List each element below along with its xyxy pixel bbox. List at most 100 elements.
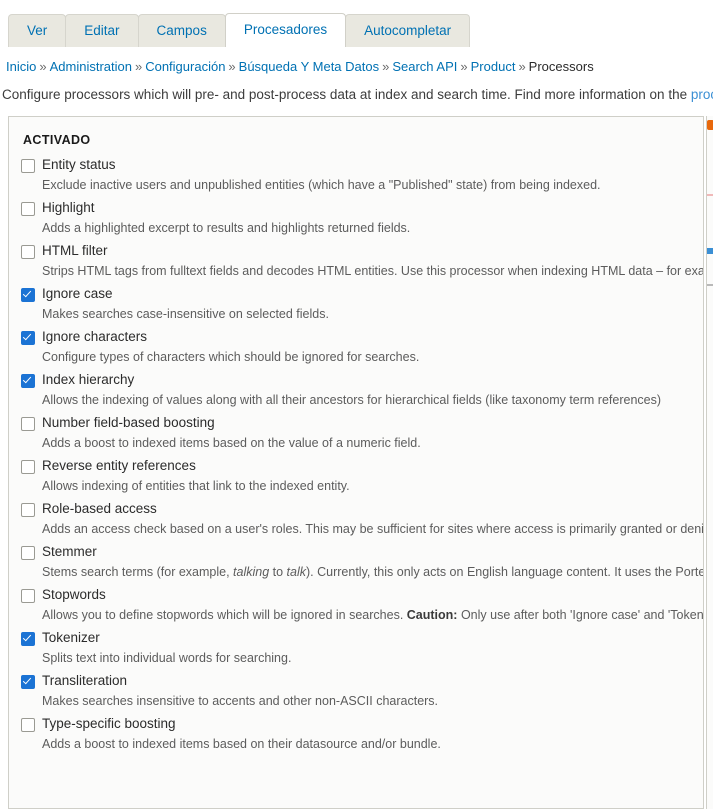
processor-description-stopwords: Allows you to define stopwords which wil… [42, 608, 703, 622]
breadcrumb-item-administration[interactable]: Administration [50, 59, 132, 74]
breadcrumb-item-configuraci-n[interactable]: Configuración [145, 59, 225, 74]
processor-head: Tokenizer [21, 630, 703, 646]
processor-head: Number field-based boosting [21, 415, 703, 431]
processor-head: Ignore characters [21, 329, 703, 345]
processor-description-html-filter: Strips HTML tags from fulltext fields an… [42, 264, 703, 278]
breadcrumb-separator: » [228, 59, 236, 74]
primary-tabs-bar: Ver Editar Campos Procesadores Autocompletar [0, 0, 713, 47]
processors-panel-row: ACTIVADO Entity status Exclude inactive u… [0, 116, 713, 809]
clipped-right-column [706, 116, 713, 809]
page-description: Configure processors which will pre- and… [0, 75, 713, 104]
processor-description-number-field-based-boosting: Adds a boost to indexed items based on t… [42, 436, 421, 450]
processor-head: Reverse entity references [21, 458, 703, 474]
checkbox-ignore-characters[interactable] [21, 331, 35, 345]
processor-description-stemmer: Stems search terms (for example, talking… [42, 565, 703, 579]
processor-head: Highlight [21, 200, 703, 216]
processor-item-type-specific-boosting: Type-specific boosting Adds a boost to in… [21, 716, 703, 752]
processor-label-type-specific-boosting[interactable]: Type-specific boosting [42, 716, 176, 732]
breadcrumb-item-processors: Processors [528, 59, 594, 74]
clipped-line-1 [707, 194, 713, 196]
checkbox-html-filter[interactable] [21, 245, 35, 259]
checkbox-transliteration[interactable] [21, 675, 35, 689]
processor-head: Type-specific boosting [21, 716, 703, 732]
processor-head: Role-based access [21, 501, 703, 517]
processors-help-link[interactable]: proce [691, 87, 713, 102]
clipped-line-3 [707, 284, 713, 286]
processor-label-index-hierarchy[interactable]: Index hierarchy [42, 372, 134, 388]
processor-description-ignore-characters: Configure types of characters which shou… [42, 350, 420, 364]
processor-label-reverse-entity-references[interactable]: Reverse entity references [42, 458, 196, 474]
enabled-processors-panel: ACTIVADO Entity status Exclude inactive u… [8, 116, 704, 809]
tab-campos[interactable]: Campos [137, 14, 226, 47]
checkbox-ignore-case[interactable] [21, 288, 35, 302]
processor-item-highlight: Highlight Adds a highlighted excerpt to r… [21, 200, 703, 236]
processor-item-entity-status: Entity status Exclude inactive users and … [21, 157, 703, 193]
processor-head: Ignore case [21, 286, 703, 302]
clipped-line-2 [707, 248, 713, 254]
checkbox-entity-status[interactable] [21, 159, 35, 173]
processor-label-transliteration[interactable]: Transliteration [42, 673, 127, 689]
checkbox-type-specific-boosting[interactable] [21, 718, 35, 732]
processor-description-reverse-entity-references: Allows indexing of entities that link to… [42, 479, 350, 493]
processor-head: Stopwords [21, 587, 703, 603]
processor-description-entity-status: Exclude inactive users and unpublished e… [42, 178, 601, 192]
breadcrumb: Inicio» Administration» Configuración» Búsq… [0, 47, 713, 75]
breadcrumb-separator: » [382, 59, 390, 74]
processor-label-ignore-case[interactable]: Ignore case [42, 286, 113, 302]
checkbox-reverse-entity-references[interactable] [21, 460, 35, 474]
processor-label-html-filter[interactable]: HTML filter [42, 243, 108, 259]
processor-item-stopwords: Stopwords Allows you to define stopwords … [21, 587, 703, 623]
checkbox-stopwords[interactable] [21, 589, 35, 603]
processor-item-number-field-based-boosting: Number field-based boosting Adds a boost … [21, 415, 703, 451]
primary-tabs: Ver Editar Campos Procesadores Autocompletar [0, 0, 713, 47]
processor-item-tokenizer: Tokenizer Splits text into individual wor… [21, 630, 703, 666]
breadcrumb-item-b-squeda-y-meta-datos[interactable]: Búsqueda Y Meta Datos [239, 59, 379, 74]
processor-item-transliteration: Transliteration Makes searches insensitiv… [21, 673, 703, 709]
processor-head: Transliteration [21, 673, 703, 689]
breadcrumb-item-product[interactable]: Product [471, 59, 516, 74]
processor-label-role-based-access[interactable]: Role-based access [42, 501, 157, 517]
processor-label-number-field-based-boosting[interactable]: Number field-based boosting [42, 415, 215, 431]
processor-head: Stemmer [21, 544, 703, 560]
breadcrumb-separator: » [39, 59, 47, 74]
processor-description-ignore-case: Makes searches case-insensitive on selec… [42, 307, 329, 321]
processor-description-tokenizer: Splits text into individual words for se… [42, 651, 292, 665]
processor-head: Index hierarchy [21, 372, 703, 388]
tab-editar[interactable]: Editar [65, 14, 139, 47]
processor-label-stopwords[interactable]: Stopwords [42, 587, 106, 603]
processor-item-ignore-characters: Ignore characters Configure types of char… [21, 329, 703, 365]
tab-procesadores[interactable]: Procesadores [224, 13, 347, 47]
processor-label-stemmer[interactable]: Stemmer [42, 544, 97, 560]
checkbox-stemmer[interactable] [21, 546, 35, 560]
processor-description-type-specific-boosting: Adds a boost to indexed items based on t… [42, 737, 441, 751]
breadcrumb-separator: » [518, 59, 526, 74]
processor-item-html-filter: HTML filter Strips HTML tags from fulltex… [21, 243, 703, 279]
processor-item-stemmer: Stemmer Stems search terms (for example, … [21, 544, 703, 580]
checkbox-highlight[interactable] [21, 202, 35, 216]
breadcrumb-item-search-api[interactable]: Search API [392, 59, 457, 74]
checkbox-role-based-access[interactable] [21, 503, 35, 517]
tab-ver[interactable]: Ver [8, 14, 67, 47]
processor-head: HTML filter [21, 243, 703, 259]
processor-description-index-hierarchy: Allows the indexing of values along with… [42, 393, 662, 407]
checkbox-number-field-based-boosting[interactable] [21, 417, 35, 431]
processor-item-ignore-case: Ignore case Makes searches case-insensiti… [21, 286, 703, 322]
processor-label-ignore-characters[interactable]: Ignore characters [42, 329, 147, 345]
panel-title: ACTIVADO [23, 133, 91, 147]
processor-description-role-based-access: Adds an access check based on a user's r… [42, 522, 703, 536]
processor-list: Entity status Exclude inactive users and … [9, 147, 703, 752]
tab-autocompletar[interactable]: Autocompletar [345, 14, 471, 47]
processor-label-tokenizer[interactable]: Tokenizer [42, 630, 100, 646]
checkbox-tokenizer[interactable] [21, 632, 35, 646]
processor-item-index-hierarchy: Index hierarchy Allows the indexing of va… [21, 372, 703, 408]
clipped-badge-icon [707, 120, 713, 130]
processor-item-reverse-entity-references: Reverse entity references Allows indexing… [21, 458, 703, 494]
processor-head: Entity status [21, 157, 703, 173]
breadcrumb-item-inicio[interactable]: Inicio [6, 59, 36, 74]
page-description-text: Configure processors which will pre- and… [2, 87, 691, 102]
processor-description-transliteration: Makes searches insensitive to accents an… [42, 694, 439, 708]
processor-item-role-based-access: Role-based access Adds an access check ba… [21, 501, 703, 537]
processor-label-highlight[interactable]: Highlight [42, 200, 95, 216]
checkbox-index-hierarchy[interactable] [21, 374, 35, 388]
processor-label-entity-status[interactable]: Entity status [42, 157, 116, 173]
